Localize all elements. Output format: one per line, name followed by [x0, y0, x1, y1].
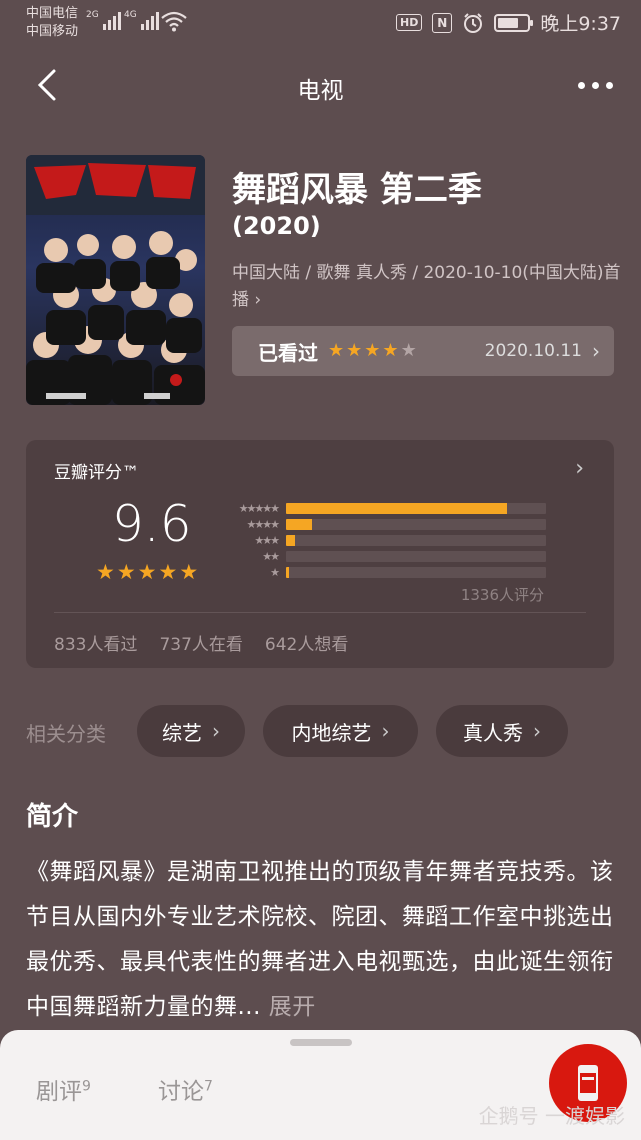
rating-score: 9.6 [112, 495, 192, 553]
chip-label: 内地综艺 [291, 720, 372, 745]
watching-count: 737人在看 [159, 635, 243, 655]
category-chip-variety[interactable]: 综艺 › [137, 705, 245, 757]
distribution-stars-icon: ★★★★★ [238, 501, 280, 515]
distribution-row: ★★★★ [224, 516, 546, 532]
cup-icon [578, 1065, 598, 1101]
show-meta-text: 中国大陆 / 歌舞 真人秀 / 2020-10-10(中国大陆)首播 [232, 263, 621, 310]
watched-date: 2020.10.11 [484, 341, 582, 361]
rating-distribution: ★★★★★ ★★★★ ★★★ ★★ ★ [224, 500, 546, 580]
chevron-right-icon: › [381, 719, 390, 743]
divider [54, 612, 586, 613]
distribution-stars-icon: ★★★ [254, 533, 280, 547]
intro-body: 《舞蹈风暴》是湖南卫视推出的顶级青年舞者竞技秀。该节目从国内外专业艺术院校、院团… [26, 850, 626, 1030]
chevron-right-icon: › [575, 456, 584, 481]
star-icon: ★ [346, 340, 363, 361]
show-year: (2020) [232, 212, 321, 240]
show-meta[interactable]: 中国大陆 / 歌舞 真人秀 / 2020-10-10(中国大陆)首播 › [232, 260, 622, 314]
alarm-icon [464, 12, 483, 33]
distribution-row: ★ [224, 564, 546, 580]
intro-heading: 简介 [26, 802, 79, 832]
nav-bar: 电视 [0, 55, 641, 115]
status-bar: 中国电信 中国移动 2G 4G HD N 晚上9:37 [0, 0, 641, 48]
distribution-bar [286, 502, 546, 514]
tab-reviews[interactable]: 剧评9 [36, 1072, 91, 1106]
wifi-icon [161, 11, 187, 32]
chip-label: 综艺 [162, 720, 202, 745]
star-icon: ★ [116, 560, 136, 584]
distribution-row: ★★★ [224, 532, 546, 548]
intro-text: 《舞蹈风暴》是湖南卫视推出的顶级青年舞者竞技秀。该节目从国内外专业艺术院校、院团… [26, 859, 614, 1020]
watched-label: 已看过 [258, 340, 318, 365]
signal-2-icon: 4G [124, 10, 159, 30]
category-chip-mainland-variety[interactable]: 内地综艺 › [263, 705, 418, 757]
nfc-icon: N [432, 12, 453, 33]
vote-count: 1336人评分 [460, 586, 544, 604]
star-icon: ★ [328, 340, 345, 361]
meta-chevron-icon: › [254, 290, 262, 310]
signal-1-icon: 2G [86, 10, 121, 30]
distribution-stars-icon: ★★★★ [246, 517, 280, 531]
status-right: HD N 晚上9:37 [395, 9, 621, 36]
category-label: 相关分类 [26, 722, 106, 746]
rating-stats: 833人看过 737人在看 642人想看 [54, 630, 348, 655]
expand-link[interactable]: 展开 [269, 994, 316, 1020]
distribution-bar [286, 534, 546, 546]
watermark: 企鹅号 一渡娱影 [478, 1104, 625, 1128]
user-rating-stars: ★ ★ ★ ★ ★ [328, 342, 417, 360]
distribution-bar [286, 566, 546, 578]
chip-label: 真人秀 [463, 720, 523, 745]
star-icon: ★ [400, 340, 417, 361]
chevron-right-icon: › [533, 719, 541, 743]
star-icon: ★ [179, 560, 199, 584]
tab-discussion[interactable]: 讨论7 [158, 1072, 213, 1106]
page-title: 电视 [297, 78, 344, 104]
hd-icon: HD [395, 14, 423, 31]
star-icon: ★ [364, 340, 381, 361]
watched-count: 833人看过 [54, 635, 138, 655]
clock: 晚上9:37 [540, 13, 621, 35]
poster-image[interactable] [26, 155, 205, 405]
distribution-bar [286, 518, 546, 530]
wish-count: 642人想看 [264, 635, 349, 655]
watched-button[interactable]: 已看过 ★ ★ ★ ★ ★ 2020.10.11 › [232, 326, 614, 376]
rating-title: 豆瓣评分™ [54, 463, 139, 483]
carrier-2: 中国移动 [26, 24, 79, 39]
battery-icon [494, 13, 534, 32]
more-options-icon[interactable] [573, 73, 617, 97]
distribution-stars-icon: ★ [270, 565, 280, 579]
distribution-row: ★★ [224, 548, 546, 564]
score-stars: ★ ★ ★ ★ ★ [96, 562, 198, 583]
carrier-1: 中国电信 [26, 6, 79, 21]
show-title: 舞蹈风暴 第二季 [232, 170, 482, 210]
star-icon: ★ [96, 560, 115, 584]
star-icon: ★ [158, 560, 178, 584]
carrier-labels: 中国电信 中国移动 [26, 5, 78, 41]
distribution-row: ★★★★★ [224, 500, 546, 516]
category-chip-reality[interactable]: 真人秀 › [436, 705, 568, 757]
drag-handle[interactable] [290, 1039, 352, 1046]
chevron-right-icon: › [212, 719, 220, 743]
chevron-right-icon: › [592, 339, 600, 363]
distribution-bar [286, 550, 546, 562]
star-icon: ★ [382, 340, 399, 361]
star-icon: ★ [137, 560, 157, 584]
douban-rating-card[interactable]: 豆瓣评分™ › 9.6 ★ ★ ★ ★ ★ ★★★★★ ★★★★ ★★★ ★★ ★ 1336人评… [26, 440, 614, 668]
distribution-stars-icon: ★★ [262, 549, 280, 563]
